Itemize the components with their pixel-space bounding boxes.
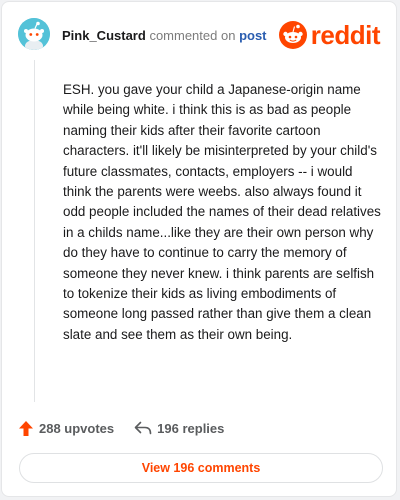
reply-button[interactable]: 196 replies: [134, 421, 224, 436]
action-text: commented on: [149, 28, 236, 43]
view-comments-button[interactable]: View 196 comments: [19, 453, 383, 483]
upvote-count: 288 upvotes: [39, 420, 115, 436]
comment-actions: 288 upvotes 196 replies: [18, 418, 224, 438]
reddit-wordmark: reddit: [310, 20, 381, 50]
byline: Pink_Custard commented on post: [62, 28, 267, 43]
upvote-button[interactable]: 288 upvotes: [18, 420, 114, 437]
comment-card: Pink_Custard commented on post reddit ES…: [1, 1, 397, 497]
post-link[interactable]: post: [239, 28, 266, 43]
thread-line[interactable]: [34, 60, 35, 402]
reddit-logo[interactable]: reddit: [278, 20, 381, 50]
upvote-arrow-icon: [19, 420, 33, 436]
snoo-avatar-icon[interactable]: [18, 18, 50, 50]
comment-body: ESH. you gave your child a Japanese-orig…: [63, 82, 381, 342]
username-link[interactable]: Pink_Custard: [62, 28, 146, 43]
reddit-logo-icon: [278, 21, 307, 49]
reply-count: 196 replies: [157, 420, 225, 436]
reply-arrow-icon: [134, 421, 152, 435]
comment-header: Pink_Custard commented on post reddit: [18, 18, 381, 54]
